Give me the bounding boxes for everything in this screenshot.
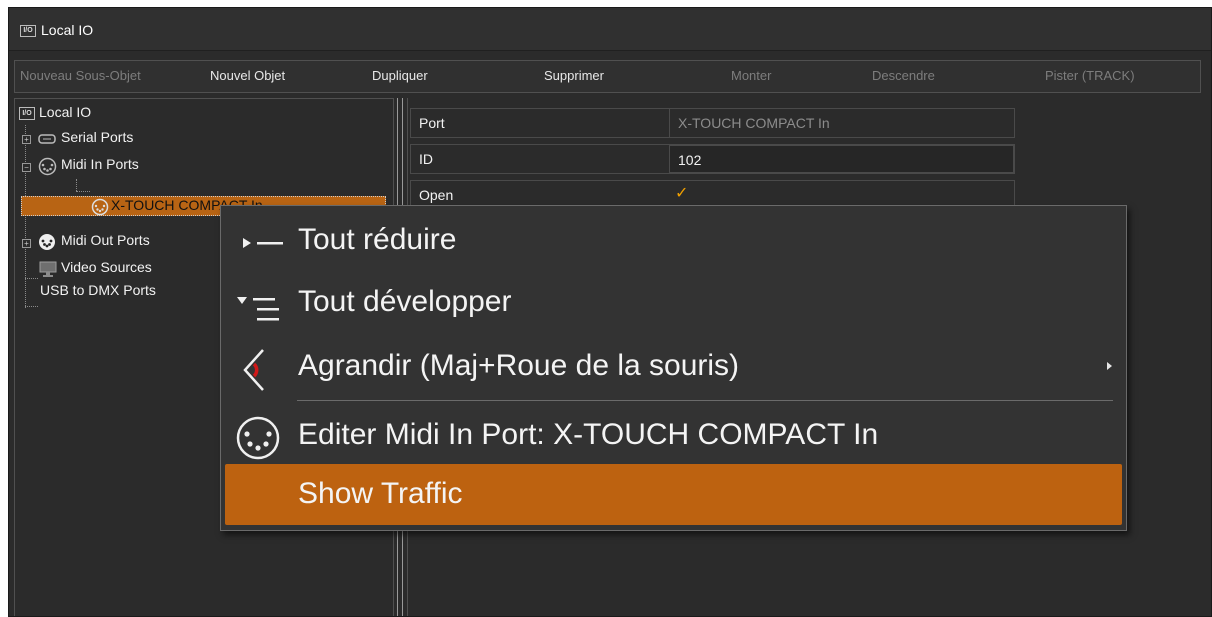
menu-item-expand-all[interactable]: Tout développer bbox=[225, 272, 1122, 334]
duplicate-button[interactable]: Dupliquer bbox=[372, 68, 428, 83]
expand-icon[interactable]: + bbox=[22, 135, 31, 144]
menu-item-label: Tout développer bbox=[298, 285, 512, 318]
context-menu: Tout réduire Tout développer Agrandir (M… bbox=[220, 205, 1127, 531]
tree-item-serial-ports[interactable]: Serial Ports bbox=[61, 129, 133, 145]
midi-connector-icon bbox=[38, 157, 57, 176]
menu-item-zoom[interactable]: Agrandir (Maj+Roue de la souris) bbox=[225, 336, 1122, 398]
delete-button[interactable]: Supprimer bbox=[544, 68, 604, 83]
monitor-icon bbox=[39, 261, 57, 277]
tree-item-video-sources[interactable]: Video Sources bbox=[61, 259, 152, 275]
midi-connector-icon bbox=[39, 234, 55, 250]
expand-icon[interactable]: + bbox=[22, 239, 31, 248]
property-key: ID bbox=[419, 151, 433, 167]
property-row-id[interactable]: ID 102 bbox=[410, 144, 1015, 174]
tree-connector bbox=[76, 191, 90, 192]
id-input[interactable]: 102 bbox=[669, 145, 1014, 173]
tree-connector bbox=[25, 306, 38, 307]
menu-item-edit-midi-in-port[interactable]: Editer Midi In Port: X-TOUCH COMPACT In bbox=[225, 405, 1122, 467]
collapse-icon[interactable]: − bbox=[22, 163, 31, 172]
io-icon: I/O bbox=[19, 107, 35, 120]
property-value-cell[interactable]: X-TOUCH COMPACT In bbox=[669, 109, 1014, 137]
property-value: 102 bbox=[678, 152, 702, 168]
submenu-arrow-icon bbox=[1107, 362, 1112, 370]
tree-item-usb-to-dmx[interactable]: USB to DMX Ports bbox=[40, 282, 156, 298]
menu-item-label: Editer Midi In Port: X-TOUCH COMPACT In bbox=[298, 418, 879, 451]
tree-connector bbox=[76, 179, 77, 191]
menu-separator bbox=[297, 400, 1113, 401]
menu-item-collapse-all[interactable]: Tout réduire bbox=[225, 210, 1122, 272]
menu-item-label: Show Traffic bbox=[298, 477, 463, 510]
expand-all-icon bbox=[237, 297, 279, 321]
toolbar: Nouveau Sous-Objet Nouvel Objet Duplique… bbox=[14, 60, 1201, 93]
title-bar[interactable]: I/O Local IO bbox=[9, 8, 1211, 51]
midi-connector-icon bbox=[236, 416, 280, 460]
property-value: X-TOUCH COMPACT In bbox=[678, 115, 830, 131]
menu-item-show-traffic[interactable]: Show Traffic bbox=[225, 464, 1122, 525]
collapse-all-icon bbox=[243, 238, 283, 248]
serial-port-icon bbox=[38, 134, 56, 144]
tree-connector bbox=[25, 278, 38, 279]
checkmark-icon[interactable]: ✓ bbox=[675, 183, 688, 203]
move-down-button[interactable]: Descendre bbox=[872, 68, 935, 83]
tree-connector bbox=[25, 125, 26, 308]
tree-item-midi-in-ports[interactable]: Midi In Ports bbox=[61, 156, 139, 172]
new-sub-object-button[interactable]: Nouveau Sous-Objet bbox=[20, 68, 141, 83]
new-object-button[interactable]: Nouvel Objet bbox=[210, 68, 285, 83]
property-key: Open bbox=[419, 187, 454, 203]
tree-item-local-io[interactable]: Local IO bbox=[39, 104, 91, 120]
menu-item-label: Tout réduire bbox=[298, 223, 457, 256]
menu-item-label: Agrandir (Maj+Roue de la souris) bbox=[298, 349, 740, 382]
io-icon: I/O bbox=[20, 25, 36, 37]
midi-connector-icon bbox=[91, 198, 109, 216]
track-button[interactable]: Pister (TRACK) bbox=[1045, 68, 1135, 83]
property-row-port[interactable]: Port X-TOUCH COMPACT In bbox=[410, 108, 1015, 138]
zoom-angle-icon bbox=[243, 349, 264, 391]
property-key: Port bbox=[419, 115, 445, 131]
move-up-button[interactable]: Monter bbox=[731, 68, 771, 83]
tree-item-midi-out-ports[interactable]: Midi Out Ports bbox=[61, 232, 150, 248]
window-title: Local IO bbox=[41, 22, 94, 38]
